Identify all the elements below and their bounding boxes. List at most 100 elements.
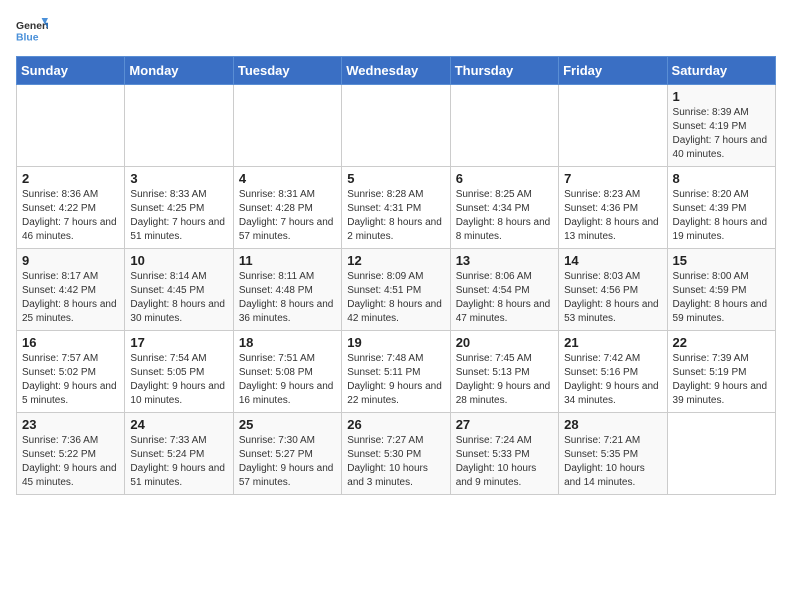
day-info: Sunrise: 8:39 AM Sunset: 4:19 PM Dayligh…	[673, 106, 770, 162]
day-number: 6	[456, 171, 553, 186]
calendar-cell	[17, 85, 125, 167]
calendar-cell	[342, 85, 450, 167]
day-info: Sunrise: 8:17 AM Sunset: 4:42 PM Dayligh…	[22, 270, 119, 326]
day-info: Sunrise: 7:45 AM Sunset: 5:13 PM Dayligh…	[456, 352, 553, 408]
header: General Blue	[16, 16, 776, 44]
dow-saturday: Saturday	[667, 57, 775, 85]
calendar-cell: 18 Sunrise: 7:51 AM Sunset: 5:08 PM Dayli…	[233, 331, 341, 413]
logo: General Blue	[16, 16, 48, 44]
day-number: 25	[239, 417, 336, 432]
calendar-week-0: 1 Sunrise: 8:39 AM Sunset: 4:19 PM Daylig…	[17, 85, 776, 167]
calendar-body: 1 Sunrise: 8:39 AM Sunset: 4:19 PM Daylig…	[17, 85, 776, 495]
day-info: Sunrise: 8:20 AM Sunset: 4:39 PM Dayligh…	[673, 188, 770, 244]
calendar-cell: 27 Sunrise: 7:24 AM Sunset: 5:33 PM Dayli…	[450, 413, 558, 495]
logo-icon: General Blue	[16, 16, 48, 44]
calendar-cell: 1 Sunrise: 8:39 AM Sunset: 4:19 PM Daylig…	[667, 85, 775, 167]
day-number: 22	[673, 335, 770, 350]
day-info: Sunrise: 8:28 AM Sunset: 4:31 PM Dayligh…	[347, 188, 444, 244]
day-info: Sunrise: 8:25 AM Sunset: 4:34 PM Dayligh…	[456, 188, 553, 244]
day-number: 5	[347, 171, 444, 186]
day-info: Sunrise: 8:11 AM Sunset: 4:48 PM Dayligh…	[239, 270, 336, 326]
calendar-cell: 6 Sunrise: 8:25 AM Sunset: 4:34 PM Daylig…	[450, 167, 558, 249]
dow-monday: Monday	[125, 57, 233, 85]
calendar-cell: 22 Sunrise: 7:39 AM Sunset: 5:19 PM Dayli…	[667, 331, 775, 413]
day-number: 26	[347, 417, 444, 432]
day-number: 24	[130, 417, 227, 432]
day-info: Sunrise: 7:54 AM Sunset: 5:05 PM Dayligh…	[130, 352, 227, 408]
calendar-cell: 2 Sunrise: 8:36 AM Sunset: 4:22 PM Daylig…	[17, 167, 125, 249]
day-info: Sunrise: 7:27 AM Sunset: 5:30 PM Dayligh…	[347, 434, 444, 490]
day-number: 19	[347, 335, 444, 350]
calendar-cell: 7 Sunrise: 8:23 AM Sunset: 4:36 PM Daylig…	[559, 167, 667, 249]
day-info: Sunrise: 7:33 AM Sunset: 5:24 PM Dayligh…	[130, 434, 227, 490]
day-info: Sunrise: 8:33 AM Sunset: 4:25 PM Dayligh…	[130, 188, 227, 244]
day-info: Sunrise: 7:24 AM Sunset: 5:33 PM Dayligh…	[456, 434, 553, 490]
day-number: 8	[673, 171, 770, 186]
dow-thursday: Thursday	[450, 57, 558, 85]
calendar-cell: 3Sunrise: 8:33 AM Sunset: 4:25 PM Daylig…	[125, 167, 233, 249]
day-number: 17	[130, 335, 227, 350]
day-number: 18	[239, 335, 336, 350]
calendar-cell: 12 Sunrise: 8:09 AM Sunset: 4:51 PM Dayli…	[342, 249, 450, 331]
calendar-table: SundayMondayTuesdayWednesdayThursdayFrid…	[16, 56, 776, 495]
day-info: Sunrise: 8:00 AM Sunset: 4:59 PM Dayligh…	[673, 270, 770, 326]
day-info: Sunrise: 8:14 AM Sunset: 4:45 PM Dayligh…	[130, 270, 227, 326]
dow-tuesday: Tuesday	[233, 57, 341, 85]
day-number: 2	[22, 171, 119, 186]
day-info: Sunrise: 8:23 AM Sunset: 4:36 PM Dayligh…	[564, 188, 661, 244]
day-number: 28	[564, 417, 661, 432]
day-number: 4	[239, 171, 336, 186]
day-info: Sunrise: 8:31 AM Sunset: 4:28 PM Dayligh…	[239, 188, 336, 244]
day-info: Sunrise: 8:09 AM Sunset: 4:51 PM Dayligh…	[347, 270, 444, 326]
calendar-week-1: 2 Sunrise: 8:36 AM Sunset: 4:22 PM Daylig…	[17, 167, 776, 249]
calendar-cell: 14 Sunrise: 8:03 AM Sunset: 4:56 PM Dayli…	[559, 249, 667, 331]
calendar-week-2: 9 Sunrise: 8:17 AM Sunset: 4:42 PM Daylig…	[17, 249, 776, 331]
day-info: Sunrise: 7:57 AM Sunset: 5:02 PM Dayligh…	[22, 352, 119, 408]
calendar-cell: 11 Sunrise: 8:11 AM Sunset: 4:48 PM Dayli…	[233, 249, 341, 331]
calendar-cell: 23 Sunrise: 7:36 AM Sunset: 5:22 PM Dayli…	[17, 413, 125, 495]
day-number: 16	[22, 335, 119, 350]
calendar-cell: 15Sunrise: 8:00 AM Sunset: 4:59 PM Dayli…	[667, 249, 775, 331]
calendar-cell: 26 Sunrise: 7:27 AM Sunset: 5:30 PM Dayli…	[342, 413, 450, 495]
day-number: 14	[564, 253, 661, 268]
day-number: 1	[673, 89, 770, 104]
calendar-week-3: 16 Sunrise: 7:57 AM Sunset: 5:02 PM Dayli…	[17, 331, 776, 413]
calendar-cell: 5 Sunrise: 8:28 AM Sunset: 4:31 PM Daylig…	[342, 167, 450, 249]
day-info: Sunrise: 8:06 AM Sunset: 4:54 PM Dayligh…	[456, 270, 553, 326]
day-info: Sunrise: 7:21 AM Sunset: 5:35 PM Dayligh…	[564, 434, 661, 490]
dow-wednesday: Wednesday	[342, 57, 450, 85]
day-info: Sunrise: 7:42 AM Sunset: 5:16 PM Dayligh…	[564, 352, 661, 408]
day-info: Sunrise: 7:30 AM Sunset: 5:27 PM Dayligh…	[239, 434, 336, 490]
calendar-cell: 19Sunrise: 7:48 AM Sunset: 5:11 PM Dayli…	[342, 331, 450, 413]
calendar-cell: 24 Sunrise: 7:33 AM Sunset: 5:24 PM Dayli…	[125, 413, 233, 495]
calendar-cell: 13 Sunrise: 8:06 AM Sunset: 4:54 PM Dayli…	[450, 249, 558, 331]
calendar-cell: 17 Sunrise: 7:54 AM Sunset: 5:05 PM Dayli…	[125, 331, 233, 413]
day-number: 23	[22, 417, 119, 432]
day-number: 11	[239, 253, 336, 268]
day-info: Sunrise: 8:03 AM Sunset: 4:56 PM Dayligh…	[564, 270, 661, 326]
dow-sunday: Sunday	[17, 57, 125, 85]
day-info: Sunrise: 7:39 AM Sunset: 5:19 PM Dayligh…	[673, 352, 770, 408]
calendar-cell: 10 Sunrise: 8:14 AM Sunset: 4:45 PM Dayli…	[125, 249, 233, 331]
calendar-cell	[667, 413, 775, 495]
day-info: Sunrise: 7:51 AM Sunset: 5:08 PM Dayligh…	[239, 352, 336, 408]
day-number: 9	[22, 253, 119, 268]
dow-friday: Friday	[559, 57, 667, 85]
day-info: Sunrise: 7:36 AM Sunset: 5:22 PM Dayligh…	[22, 434, 119, 490]
calendar-cell: 9 Sunrise: 8:17 AM Sunset: 4:42 PM Daylig…	[17, 249, 125, 331]
calendar-cell	[125, 85, 233, 167]
calendar-cell	[233, 85, 341, 167]
calendar-cell	[450, 85, 558, 167]
calendar-cell: 8 Sunrise: 8:20 AM Sunset: 4:39 PM Daylig…	[667, 167, 775, 249]
day-number: 7	[564, 171, 661, 186]
day-number: 12	[347, 253, 444, 268]
calendar-week-4: 23 Sunrise: 7:36 AM Sunset: 5:22 PM Dayli…	[17, 413, 776, 495]
calendar-cell: 25 Sunrise: 7:30 AM Sunset: 5:27 PM Dayli…	[233, 413, 341, 495]
day-number: 13	[456, 253, 553, 268]
days-of-week-header: SundayMondayTuesdayWednesdayThursdayFrid…	[17, 57, 776, 85]
calendar-cell	[559, 85, 667, 167]
day-number: 10	[130, 253, 227, 268]
day-info: Sunrise: 8:36 AM Sunset: 4:22 PM Dayligh…	[22, 188, 119, 244]
day-number: 27	[456, 417, 553, 432]
calendar-cell: 28 Sunrise: 7:21 AM Sunset: 5:35 PM Dayli…	[559, 413, 667, 495]
